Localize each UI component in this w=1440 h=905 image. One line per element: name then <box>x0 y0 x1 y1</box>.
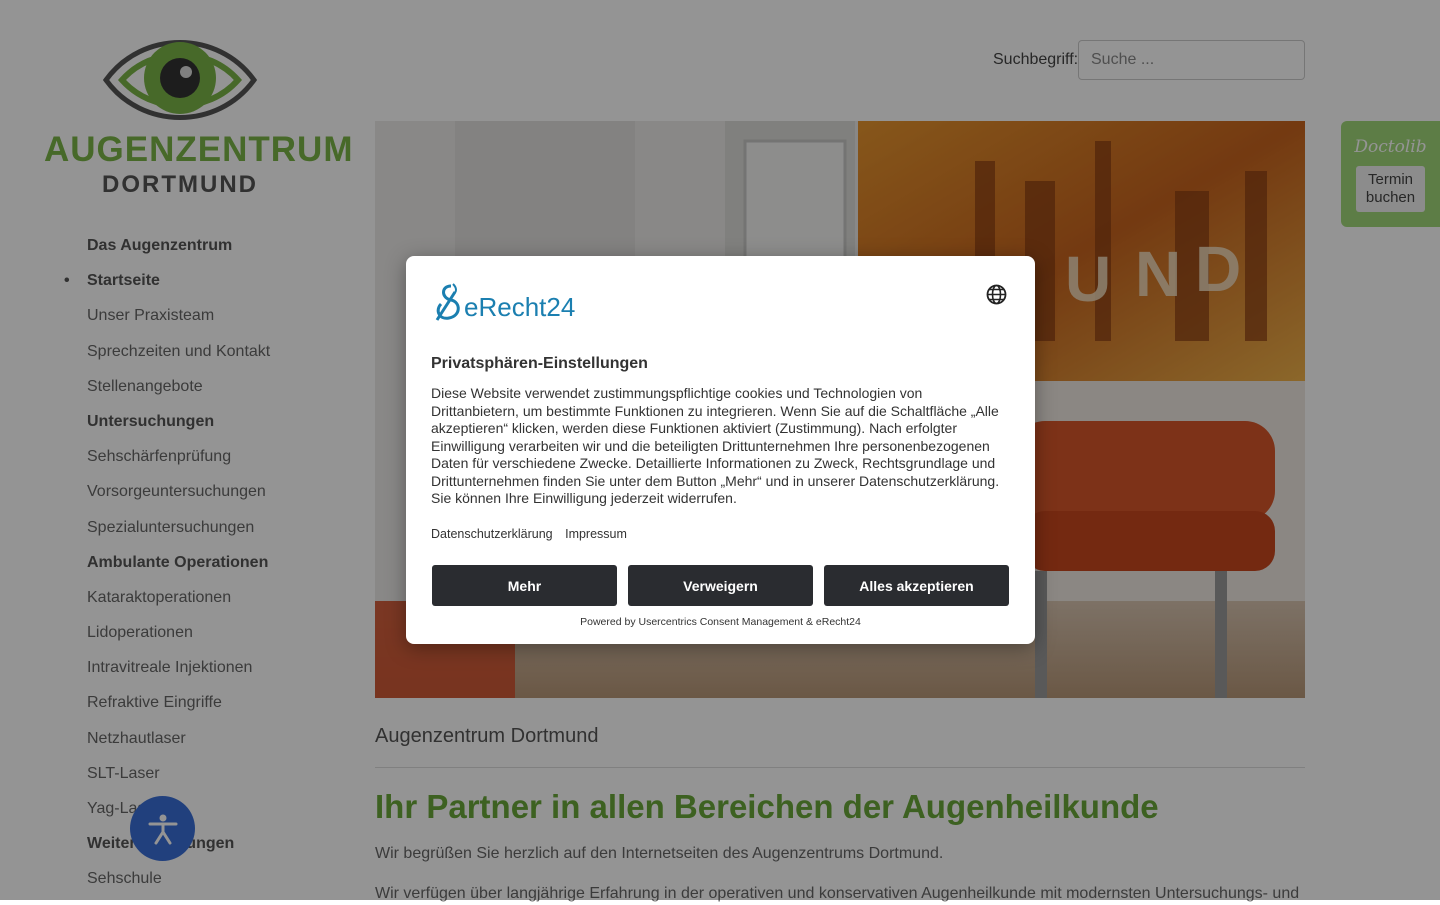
powered-by-text: Powered by Usercentrics Consent Manageme… <box>580 616 861 628</box>
consent-text: Diese Website verwendet zustimmungspflic… <box>431 385 1000 506</box>
erecht24-logo: eRecht24 <box>431 282 575 322</box>
accept-all-button[interactable]: Alles akzeptieren <box>824 565 1009 606</box>
imprint-link[interactable]: Impressum <box>565 527 627 541</box>
erecht24-wordmark: eRecht24 <box>464 292 576 322</box>
globe-icon[interactable] <box>986 284 1007 305</box>
consent-dialog: eRecht24 Privatsphären-Einstellungen Die… <box>406 256 1035 644</box>
consent-title: Privatsphären-Einstellungen <box>431 355 648 372</box>
erecht24-mark-icon <box>435 283 460 321</box>
deny-button[interactable]: Verweigern <box>628 565 813 606</box>
more-button[interactable]: Mehr <box>432 565 617 606</box>
consent-links: Datenschutzerklärung Impressum <box>431 527 636 541</box>
privacy-policy-link[interactable]: Datenschutzerklärung <box>431 527 553 541</box>
